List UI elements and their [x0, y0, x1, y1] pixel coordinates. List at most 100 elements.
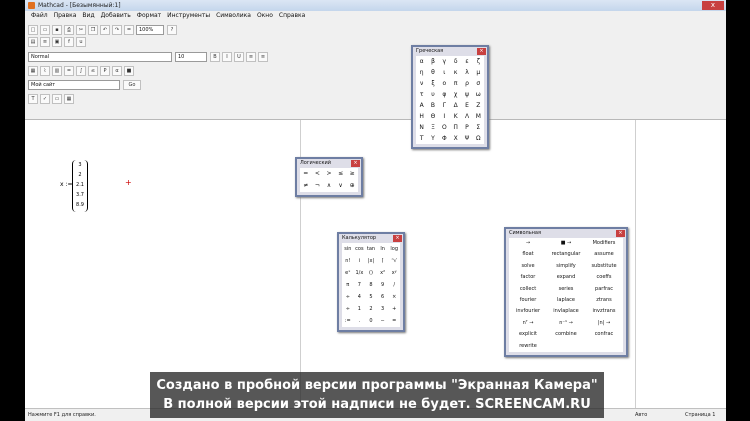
calculator-palette-button[interactable]: 1	[354, 303, 366, 315]
greek-palette-button[interactable]: κ	[450, 67, 461, 78]
calculator-palette-button[interactable]: ÷	[342, 291, 354, 303]
calculator-palette-button[interactable]: −	[377, 315, 389, 327]
region-icon[interactable]: ▣	[52, 36, 62, 47]
print-icon[interactable]: ⎙	[64, 24, 74, 35]
matrix-element[interactable]: 3.7	[73, 190, 87, 200]
help-icon[interactable]: ?	[167, 24, 177, 35]
greek-palette-button[interactable]: η	[416, 67, 427, 78]
calculator-palette-button[interactable]: 6	[377, 291, 389, 303]
matrix-toolbar-icon[interactable]: ▥	[52, 65, 62, 76]
calculator-palette-button[interactable]: ÷	[342, 303, 354, 315]
greek-palette-button[interactable]: υ	[427, 89, 438, 100]
greek-palette-button[interactable]: Λ	[461, 111, 472, 122]
symbolic-palette-button[interactable]: simplify	[547, 261, 585, 272]
greek-palette-button[interactable]: ν	[416, 78, 427, 89]
symbolic-palette-button[interactable]: series	[547, 284, 585, 295]
copy-icon[interactable]: ❐	[88, 24, 98, 35]
close-icon[interactable]: ×	[393, 235, 402, 242]
greek-palette-button[interactable]: Γ	[439, 100, 450, 111]
boolean-palette-button[interactable]: <	[312, 168, 324, 180]
insert-icon[interactable]: ▤	[28, 36, 38, 47]
boolean-toolbar-icon[interactable]: ≤	[88, 65, 98, 76]
new-icon[interactable]: □	[28, 24, 38, 35]
close-button[interactable]: x	[702, 1, 724, 10]
symbolic-palette-button[interactable]: coeffs	[585, 272, 623, 283]
matrix-element[interactable]: 3	[73, 160, 87, 170]
matrix-element[interactable]: 8.9	[73, 200, 87, 210]
boolean-palette-button[interactable]: ⊕	[346, 180, 358, 192]
greek-palette-button[interactable]: ι	[439, 67, 450, 78]
boolean-palette-button[interactable]: =	[300, 168, 312, 180]
greek-toolbar-icon[interactable]: α	[112, 65, 122, 76]
symbolic-palette-button[interactable]: factor	[509, 272, 547, 283]
calculator-palette-button[interactable]: 0	[365, 315, 377, 327]
symbolic-palette-button[interactable]: assume	[585, 249, 623, 260]
symbolic-palette-button[interactable]: rectangular	[547, 249, 585, 260]
symbolic-palette-button[interactable]: invlaplace	[547, 306, 585, 317]
symbolic-toolbar-icon[interactable]: ■	[124, 65, 134, 76]
calculator-palette-button[interactable]: ×	[388, 291, 400, 303]
align-icon[interactable]: ≡	[40, 36, 50, 47]
calculator-palette-button[interactable]: π	[342, 279, 354, 291]
symbolic-palette-button[interactable]: solve	[509, 261, 547, 272]
calculator-palette-button[interactable]: ln	[377, 243, 389, 255]
symbolic-palette-button[interactable]: Modifiers	[585, 238, 623, 249]
go-button[interactable]: Go	[123, 79, 141, 90]
symbolic-palette-button[interactable]: rewrite	[509, 341, 547, 352]
calculator-palette-button[interactable]: i	[354, 255, 366, 267]
greek-palette-button[interactable]: ρ	[461, 78, 472, 89]
calculator-palette-button[interactable]: =	[388, 315, 400, 327]
greek-palette-button[interactable]: Δ	[450, 100, 461, 111]
calculator-palette-button[interactable]: 3	[377, 303, 389, 315]
menu-item[interactable]: Правка	[54, 11, 77, 21]
greek-palette-button[interactable]: μ	[473, 67, 484, 78]
greek-palette-button[interactable]: Σ	[473, 122, 484, 133]
symbolic-palette-button[interactable]: float	[509, 249, 547, 260]
zoom-select[interactable]: 100%	[136, 24, 164, 35]
symbolic-palette-button[interactable]: expand	[547, 272, 585, 283]
matrix-x[interactable]: 3 2 2.1 3.7 8.9	[72, 160, 88, 212]
symbolic-palette-button[interactable]	[547, 341, 585, 352]
greek-palette-button[interactable]: Τ	[416, 133, 427, 144]
menu-item[interactable]: Вид	[82, 11, 94, 21]
symbolic-palette-button[interactable]: combine	[547, 329, 585, 340]
greek-palette-button[interactable]: β	[427, 56, 438, 67]
boolean-palette-button[interactable]: ∧	[323, 180, 335, 192]
open-icon[interactable]: ▭	[40, 24, 50, 35]
calculator-palette-button[interactable]: n!	[342, 255, 354, 267]
symbolic-palette-button[interactable]: invztrans	[585, 306, 623, 317]
close-icon[interactable]: ×	[616, 230, 625, 237]
calculator-palette-button[interactable]: 7	[354, 279, 366, 291]
greek-palette-button[interactable]: Ε	[461, 100, 472, 111]
matrix-element[interactable]: 2.1	[73, 180, 87, 190]
symbolic-palette-button[interactable]: ztrans	[585, 295, 623, 306]
greek-palette-button[interactable]: ζ	[473, 56, 484, 67]
calculus-toolbar-icon[interactable]: ∫	[76, 65, 86, 76]
boolean-palette-button[interactable]: >	[323, 168, 335, 180]
greek-palette-button[interactable]: ξ	[427, 78, 438, 89]
greek-palette-button[interactable]: φ	[439, 89, 450, 100]
menu-item[interactable]: Файл	[31, 11, 48, 21]
site-select[interactable]: Мой сайт	[28, 79, 120, 90]
greek-palette-button[interactable]: Ρ	[461, 122, 472, 133]
greek-palette-button[interactable]: Υ	[427, 133, 438, 144]
calculator-palette-button[interactable]: 8	[365, 279, 377, 291]
greek-palette-button[interactable]: ψ	[461, 89, 472, 100]
menu-item[interactable]: Символика	[216, 11, 251, 21]
boolean-palette-button[interactable]: ≥	[346, 168, 358, 180]
variable-definition[interactable]: x :=	[60, 181, 73, 188]
greek-palette-button[interactable]: τ	[416, 89, 427, 100]
calculator-palette-button[interactable]: cos	[354, 243, 366, 255]
symbolic-palette-button[interactable]: confrac	[585, 329, 623, 340]
symbolic-palette-button[interactable]: laplace	[547, 295, 585, 306]
calculator-palette-button[interactable]: 9	[377, 279, 389, 291]
boolean-palette-button[interactable]: ¬	[312, 180, 324, 192]
symbolic-palette-button[interactable]	[585, 341, 623, 352]
sheet-icon[interactable]: ▭	[52, 93, 62, 104]
greek-palette-button[interactable]: σ	[473, 78, 484, 89]
calculator-palette-button[interactable]: x²	[377, 267, 389, 279]
greek-palette-button[interactable]: χ	[450, 89, 461, 100]
calculator-palette-button[interactable]: ⁿ√	[388, 255, 400, 267]
greek-palette-button[interactable]: λ	[461, 67, 472, 78]
boolean-palette-button[interactable]: ∨	[335, 180, 347, 192]
